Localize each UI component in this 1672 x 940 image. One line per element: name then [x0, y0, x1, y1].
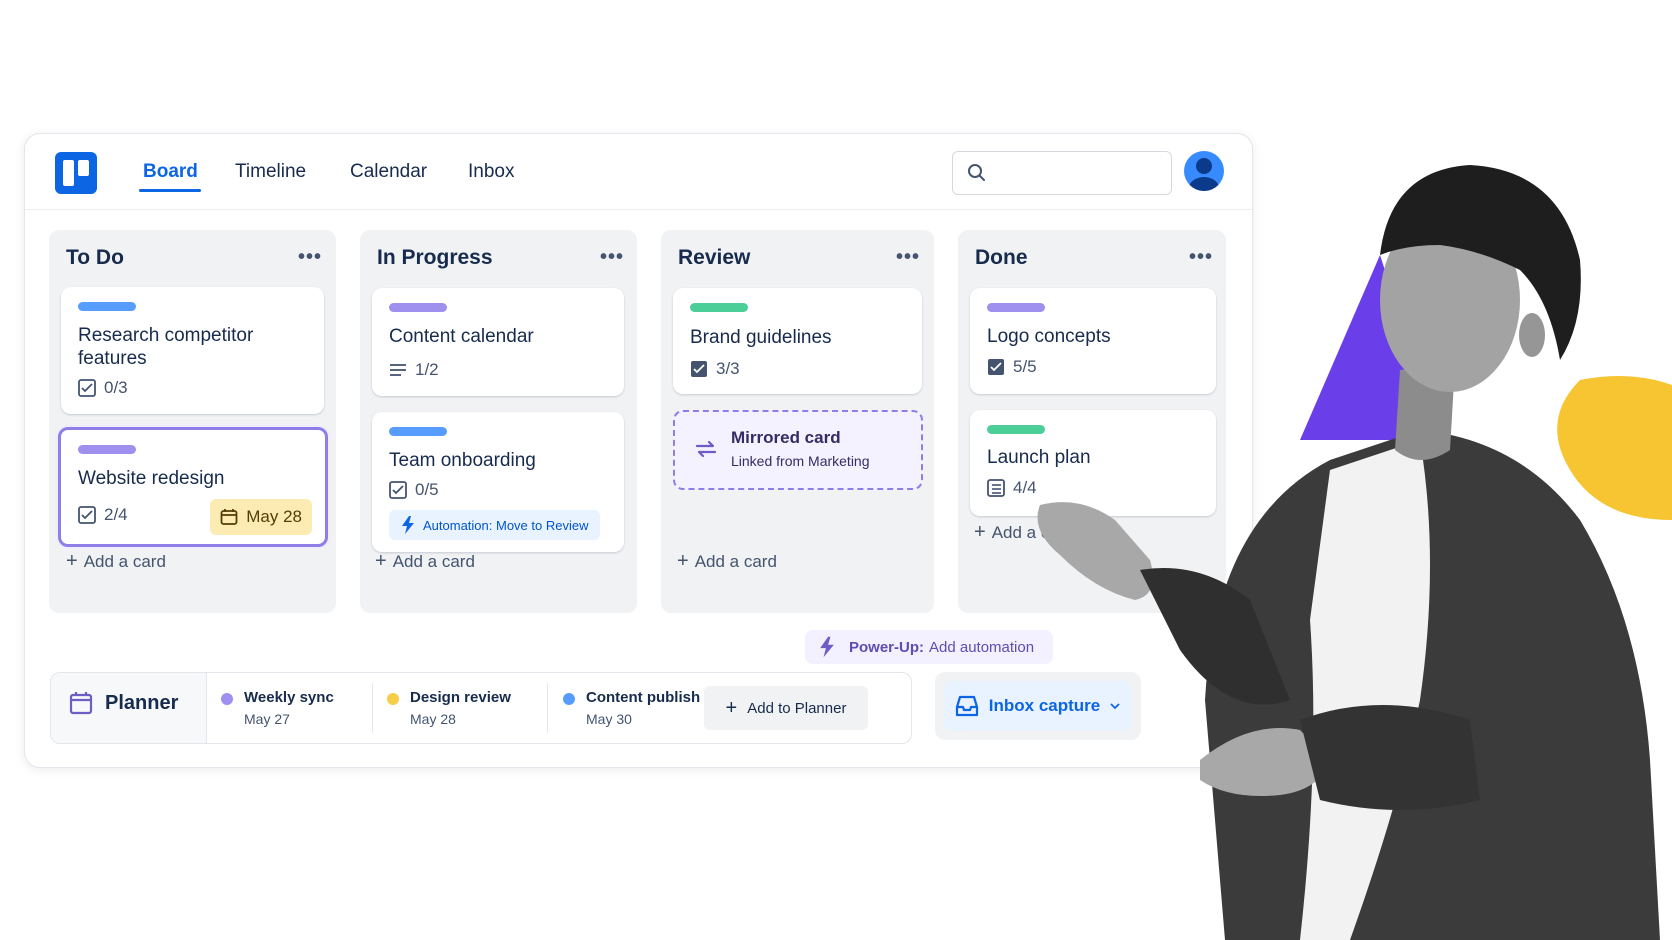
presenter-photo: [1037, 165, 1660, 940]
